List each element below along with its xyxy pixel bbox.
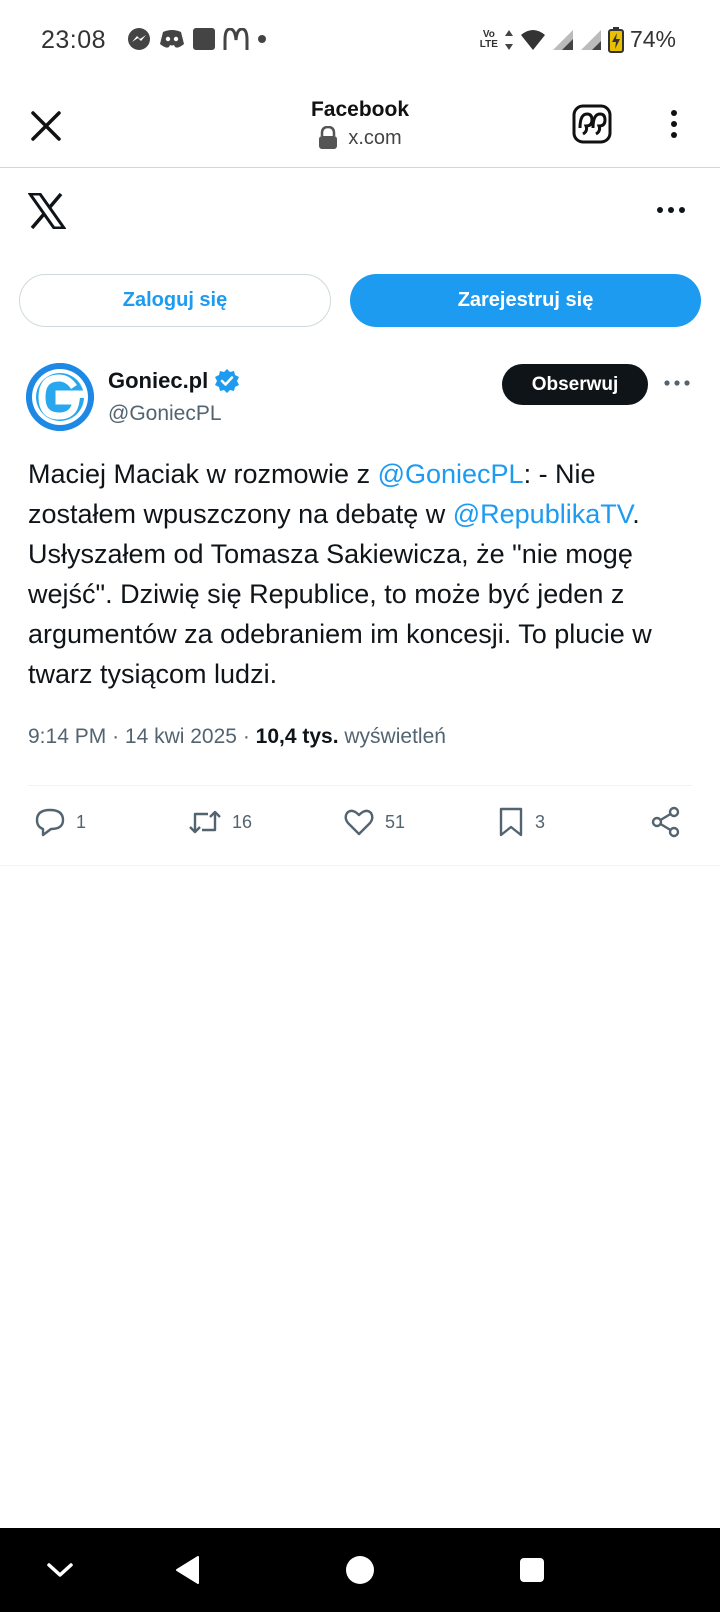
mention-link-goniecpl[interactable]: @GoniecPL (378, 459, 524, 489)
login-button[interactable]: Zaloguj się (19, 274, 331, 327)
share-icon (651, 806, 680, 838)
signal-1-icon (552, 29, 573, 50)
x-logo-icon[interactable] (28, 193, 66, 229)
tweet-actions: 1 16 51 3 (0, 806, 720, 846)
tweet-date[interactable]: 14 kwi 2025 (125, 725, 237, 748)
wifi-icon (520, 29, 545, 50)
discord-icon (160, 30, 184, 48)
browser-url[interactable]: x.com (318, 126, 402, 150)
home-circle-icon (346, 1556, 374, 1584)
mcdonalds-icon (223, 28, 249, 50)
quote-icon[interactable] (572, 104, 612, 144)
author-name[interactable]: Goniec.pl (108, 368, 240, 394)
nav-back-button[interactable] (168, 1528, 208, 1612)
tweet-text-part: Maciej Maciak w rozmowie z (28, 459, 378, 489)
bookmark-icon (499, 807, 523, 837)
repost-count: 16 (232, 811, 253, 832)
repost-icon (189, 810, 221, 834)
browser-title-area: Facebook x.com (0, 98, 720, 155)
screen: 23:08 Vo LTE 74% Facebook x.com Zaloguj … (0, 0, 720, 1612)
tweet-meta: 9:14 PM · 14 kwi 2025 · 10,4 tys. wyświe… (28, 725, 446, 749)
battery-icon (607, 26, 624, 53)
divider (0, 865, 720, 866)
nav-home-button[interactable] (340, 1528, 380, 1612)
goniec-logo-icon (26, 363, 94, 431)
nav-recents-button[interactable] (512, 1528, 552, 1612)
views-count: 10,4 tys. (255, 725, 339, 748)
heart-icon (344, 809, 374, 836)
verified-badge-icon (215, 369, 240, 393)
tweet-more-icon[interactable] (664, 377, 690, 389)
like-button[interactable]: 51 (343, 806, 405, 838)
system-status: Vo LTE 74% (480, 26, 676, 53)
repost-button[interactable]: 16 (188, 806, 252, 838)
nav-collapse-button[interactable] (40, 1528, 80, 1612)
meta-separator: · (242, 725, 256, 748)
views-label: wyświetleń (344, 725, 446, 748)
signal-2-icon (580, 29, 601, 50)
app-square-icon (193, 28, 215, 50)
mention-link-republikatv[interactable]: @RepublikaTV (453, 499, 633, 529)
chevron-down-icon (47, 1563, 73, 1577)
divider (28, 785, 692, 786)
lock-icon (319, 126, 338, 149)
more-notifications-dot-icon (258, 35, 266, 43)
recents-square-icon (520, 1558, 544, 1582)
notification-icons (127, 27, 267, 51)
tweet-time[interactable]: 9:14 PM (28, 725, 106, 748)
bookmark-button[interactable]: 3 (497, 806, 545, 838)
status-time: 23:08 (41, 26, 107, 54)
browser-toolbar: Facebook x.com (0, 86, 720, 168)
back-triangle-icon (176, 1556, 199, 1584)
browser-title: Facebook (310, 98, 410, 121)
follow-button[interactable]: Obserwuj (502, 364, 648, 405)
meta-separator: · (112, 725, 125, 748)
system-navigation-bar (0, 1528, 720, 1612)
battery-percent: 74% (629, 26, 676, 52)
author-name-text: Goniec.pl (108, 368, 209, 393)
more-horizontal-icon[interactable] (656, 203, 686, 217)
data-arrows-icon (504, 29, 513, 50)
more-vertical-icon[interactable] (664, 108, 684, 142)
author-handle[interactable]: @GoniecPL (108, 402, 222, 426)
like-count: 51 (385, 811, 406, 832)
status-bar: 23:08 Vo LTE 74% (0, 0, 720, 80)
browser-url-text: x.com (348, 126, 402, 149)
messenger-icon (128, 28, 150, 50)
reply-count: 1 (76, 811, 87, 832)
volte-indicator: Vo LTE (479, 28, 498, 50)
reply-icon (35, 808, 65, 837)
share-button[interactable] (650, 806, 682, 838)
tweet-text: Maciej Maciak w rozmowie z @GoniecPL: - … (28, 454, 700, 694)
avatar[interactable] (26, 363, 94, 431)
bookmark-count: 3 (535, 811, 546, 832)
reply-button[interactable]: 1 (34, 806, 86, 838)
register-button[interactable]: Zarejestruj się (350, 274, 701, 327)
